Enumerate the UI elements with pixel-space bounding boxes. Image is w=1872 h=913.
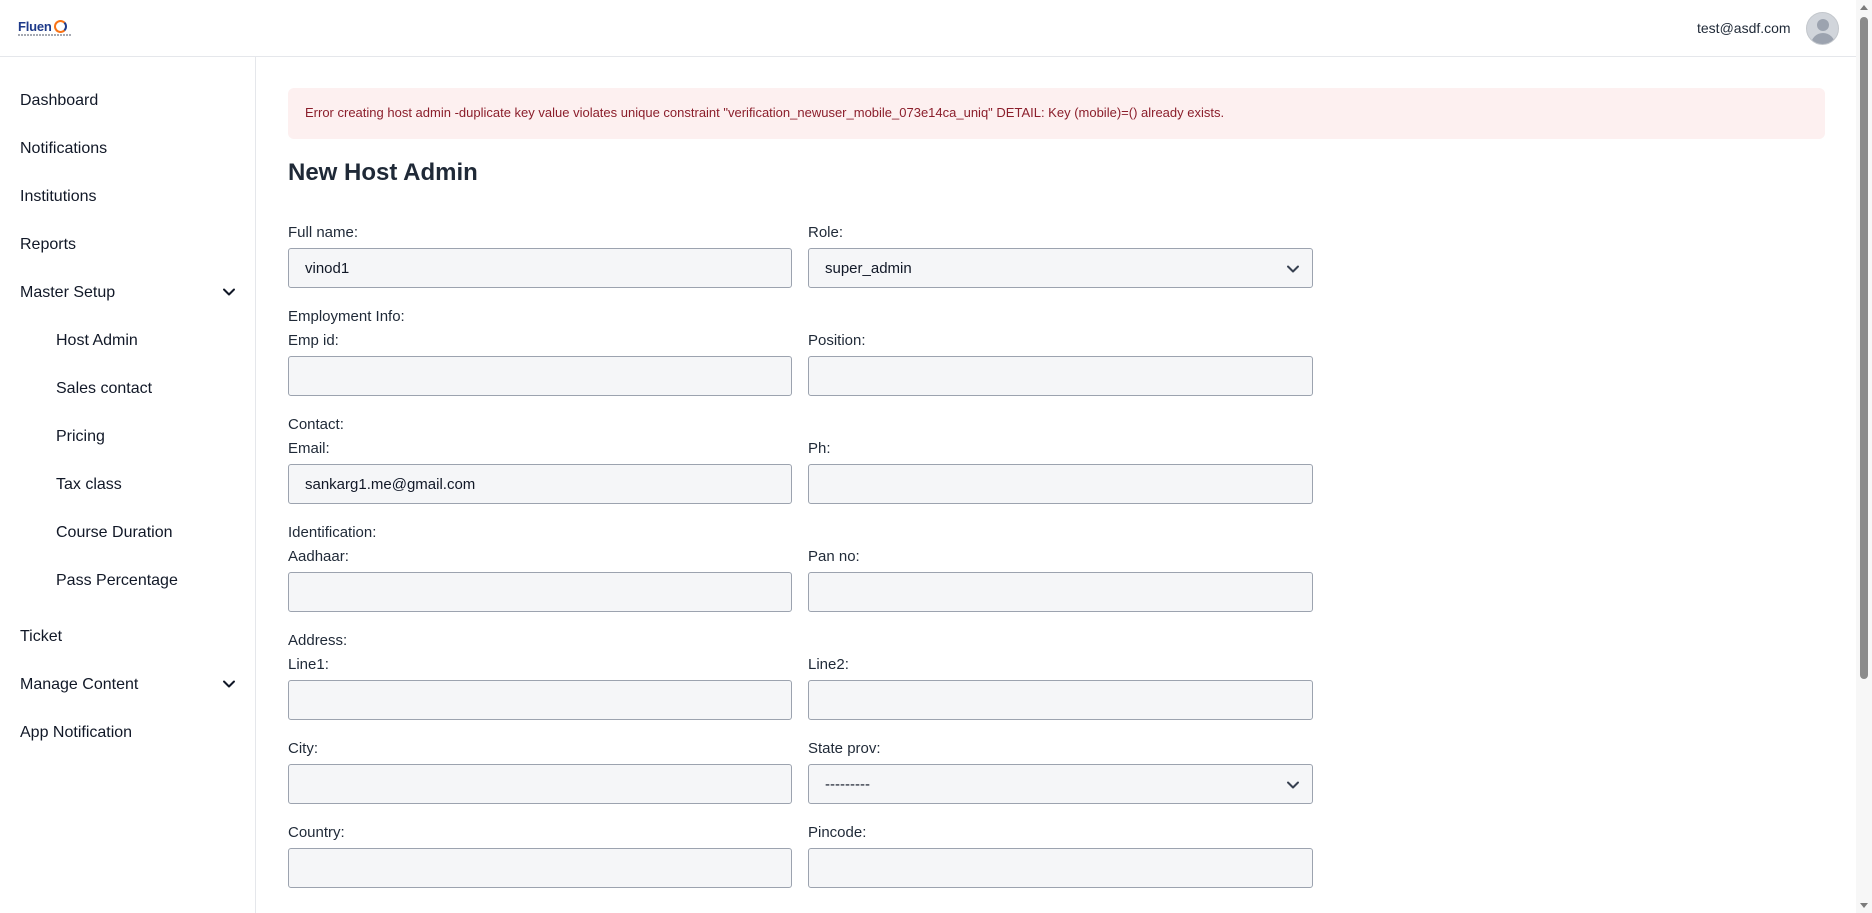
user-email: test@asdf.com xyxy=(1697,20,1791,36)
country-field[interactable] xyxy=(288,848,792,888)
line1-field[interactable] xyxy=(288,680,792,720)
line2-field[interactable] xyxy=(808,680,1313,720)
role-select-value: super_admin xyxy=(825,260,912,277)
country-label: Country: xyxy=(288,824,345,841)
phone-field[interactable] xyxy=(808,464,1313,504)
line1-label: Line1: xyxy=(288,656,329,673)
chevron-down-icon xyxy=(1287,265,1299,273)
state-select-value: --------- xyxy=(825,776,870,793)
contact-section-label: Contact: xyxy=(288,416,344,433)
aadhaar-field[interactable] xyxy=(288,572,792,612)
pan-field[interactable] xyxy=(808,572,1313,612)
city-field[interactable] xyxy=(288,764,792,804)
city-label: City: xyxy=(288,740,318,757)
error-alert-text: Error creating host admin -duplicate key… xyxy=(305,105,1225,120)
error-alert: Error creating host admin -duplicate key… xyxy=(288,88,1825,139)
role-label: Role: xyxy=(808,224,844,241)
sidebar-item-reports[interactable]: Reports xyxy=(20,236,76,254)
address-section-label: Address: xyxy=(288,632,348,649)
chevron-down-icon xyxy=(1287,781,1299,789)
identification-section-label: Identification: xyxy=(288,524,377,541)
sidebar-subitem-pass-percentage[interactable]: Pass Percentage xyxy=(56,572,178,590)
pan-label: Pan no: xyxy=(808,548,860,565)
sidebar-item-dashboard[interactable]: Dashboard xyxy=(20,92,98,110)
sidebar-subitem-course-duration[interactable]: Course Duration xyxy=(56,524,173,542)
sidebar-subitem-pricing[interactable]: Pricing xyxy=(56,428,105,446)
email-label: Email: xyxy=(288,440,330,457)
sidebar-item-master-setup[interactable]: Master Setup xyxy=(20,284,115,302)
sidebar: Dashboard Notifications Institutions Rep… xyxy=(0,57,256,913)
scroll-down-arrow-icon[interactable] xyxy=(1860,903,1868,908)
state-select[interactable]: --------- xyxy=(808,764,1313,804)
sidebar-subitem-host-admin[interactable]: Host Admin xyxy=(56,332,138,350)
logo-mark-icon xyxy=(54,20,67,33)
page-scrollbar[interactable] xyxy=(1856,0,1872,913)
emp-id-label: Emp id: xyxy=(288,332,339,349)
pincode-field[interactable] xyxy=(808,848,1313,888)
aadhaar-label: Aadhaar: xyxy=(288,548,349,565)
fluen-logo[interactable]: Fluen xyxy=(18,19,72,41)
phone-label: Ph: xyxy=(808,440,831,457)
position-field[interactable] xyxy=(808,356,1313,396)
email-field[interactable] xyxy=(288,464,792,504)
page-title: New Host Admin xyxy=(288,159,478,186)
sidebar-subitem-sales-contact[interactable]: Sales contact xyxy=(56,380,152,398)
scrollbar-thumb[interactable] xyxy=(1860,17,1868,679)
sidebar-item-notifications[interactable]: Notifications xyxy=(20,140,107,158)
sidebar-item-institutions[interactable]: Institutions xyxy=(20,188,96,206)
state-label: State prov: xyxy=(808,740,881,757)
full-name-field[interactable] xyxy=(288,248,792,288)
line2-label: Line2: xyxy=(808,656,849,673)
sidebar-subitem-tax-class[interactable]: Tax class xyxy=(56,476,122,494)
logo-text: Fluen xyxy=(18,19,52,34)
sidebar-item-manage-content[interactable]: Manage Content xyxy=(20,676,138,694)
logo-tagline xyxy=(18,34,72,36)
user-avatar-icon[interactable] xyxy=(1806,12,1839,45)
scroll-up-arrow-icon[interactable] xyxy=(1860,5,1868,10)
employment-section-label: Employment Info: xyxy=(288,308,405,325)
top-header: Fluen test@asdf.com xyxy=(0,0,1856,57)
chevron-down-icon[interactable] xyxy=(222,677,236,691)
position-label: Position: xyxy=(808,332,866,349)
pincode-label: Pincode: xyxy=(808,824,867,841)
chevron-down-icon[interactable] xyxy=(222,285,236,299)
emp-id-field[interactable] xyxy=(288,356,792,396)
sidebar-item-ticket[interactable]: Ticket xyxy=(20,628,62,646)
role-select[interactable]: super_admin xyxy=(808,248,1313,288)
full-name-label: Full name: xyxy=(288,224,359,241)
sidebar-item-app-notification[interactable]: App Notification xyxy=(20,724,132,742)
